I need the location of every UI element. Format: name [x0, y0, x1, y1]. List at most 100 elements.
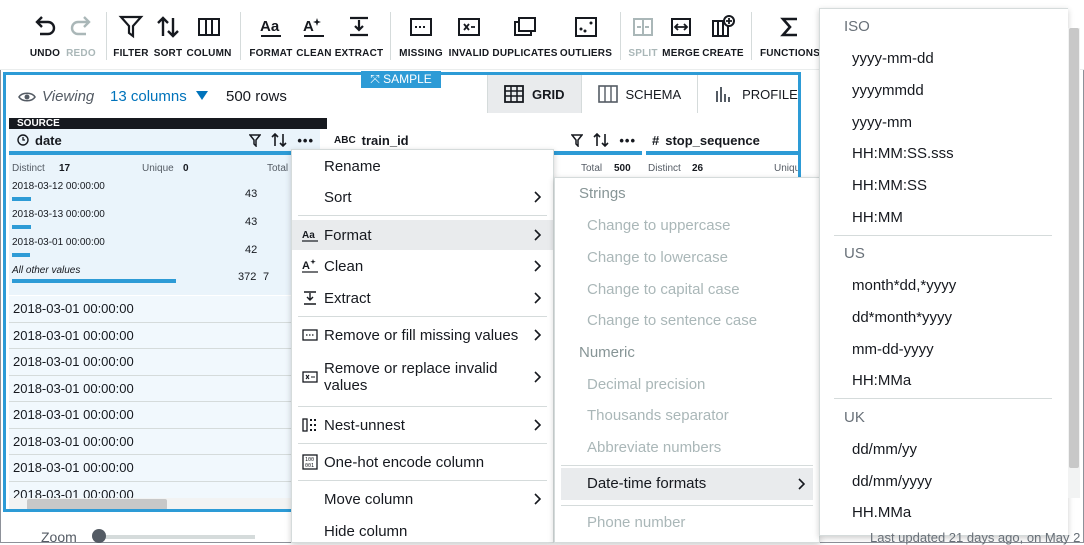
format-option[interactable]: yyyy-mm-dd: [852, 50, 934, 67]
format-option[interactable]: HH:MMa: [852, 372, 911, 389]
format-option[interactable]: month*dd,*yyyy: [852, 277, 956, 294]
svg-text:001: 001: [305, 463, 314, 469]
sample-tag: ⤧ SAMPLE: [361, 71, 441, 88]
chevron-right-icon: [534, 419, 541, 431]
table-row[interactable]: 2018-03-01 00:00:00: [9, 455, 299, 482]
menu-item-rename[interactable]: Rename: [292, 154, 553, 178]
invalid-button[interactable]: INVALID: [447, 0, 491, 70]
functions-button[interactable]: FUNCTIONS: [760, 0, 820, 70]
format-option[interactable]: HH:MM:SS: [852, 177, 927, 194]
menu-item-hide-column[interactable]: Hide column: [292, 519, 553, 543]
menu-item-move-column[interactable]: Move column: [292, 487, 553, 511]
clock-icon: [17, 134, 29, 146]
column-header-date[interactable]: date •••: [9, 129, 320, 155]
column-header-stop-sequence[interactable]: # stop_sequence: [646, 129, 798, 155]
format-option[interactable]: yyyy-mm: [852, 114, 912, 131]
menu-item-uppercase[interactable]: Change to uppercase: [587, 217, 730, 234]
menu-item-phone-number[interactable]: Phone number: [587, 514, 685, 531]
tab-grid[interactable]: GRID: [487, 75, 581, 113]
profile-chart-icon: [716, 87, 731, 102]
split-button[interactable]: SPLIT: [627, 0, 659, 70]
menu-item-label: Nest-unnest: [324, 416, 405, 434]
horizontal-scrollbar[interactable]: [9, 498, 299, 509]
strings-header: Strings: [579, 185, 626, 202]
table-row[interactable]: 2018-03-01 00:00:00: [9, 428, 299, 455]
table-row[interactable]: 2018-03-01 00:00:00: [9, 402, 299, 429]
format-option[interactable]: dd/mm/yyyy: [852, 473, 932, 490]
outliers-button[interactable]: OUTLIERS: [560, 0, 612, 70]
zoom-slider-handle[interactable]: [92, 529, 106, 543]
menu-item-capital-case[interactable]: Change to capital case: [587, 281, 740, 298]
menu-item-lowercase[interactable]: Change to lowercase: [587, 249, 728, 266]
tab-grid-label: GRID: [532, 86, 565, 102]
filter-icon[interactable]: [571, 133, 584, 147]
more-options-icon[interactable]: •••: [619, 133, 636, 148]
extract-button[interactable]: EXTRACT: [334, 0, 384, 70]
sort-button[interactable]: SORT: [152, 0, 184, 70]
undo-button[interactable]: UNDO: [28, 0, 62, 70]
menu-item-label: Remove or fill missing values: [324, 326, 519, 344]
zoom-slider[interactable]: [95, 535, 255, 539]
scroll-thumb[interactable]: [1069, 28, 1079, 468]
menu-item-one-hot[interactable]: 100 001 One-hot encode column: [292, 450, 553, 474]
format-option[interactable]: mm-dd-yyyy: [852, 341, 934, 358]
filter-icon[interactable]: [249, 133, 262, 147]
caret-down-icon[interactable]: [196, 91, 208, 100]
create-label: CREATE: [702, 48, 744, 59]
table-row[interactable]: 2018-03-01 00:00:00: [9, 481, 299, 499]
menu-item-label: One-hot encode column: [324, 453, 485, 471]
format-option[interactable]: HH:MM:SS.sss: [852, 145, 954, 162]
menu-item-thousands-separator[interactable]: Thousands separator: [587, 407, 729, 424]
missing-button[interactable]: MISSING: [398, 0, 444, 70]
svg-text:A: A: [302, 260, 310, 272]
sort-icon[interactable]: [593, 133, 609, 147]
menu-item-date-time-formats[interactable]: Date-time formats: [561, 468, 813, 500]
format-option[interactable]: HH:MM: [852, 209, 903, 226]
filter-button[interactable]: FILTER: [113, 0, 149, 70]
redo-label: REDO: [66, 48, 96, 59]
split-icon: [633, 18, 653, 36]
menu-item-sentence-case[interactable]: Change to sentence case: [587, 312, 757, 329]
format-option[interactable]: yyyymmdd: [852, 82, 924, 99]
clean-button[interactable]: A CLEAN: [296, 0, 332, 70]
extract-label: EXTRACT: [334, 48, 384, 59]
value-count: 43: [245, 216, 258, 228]
columns-selector[interactable]: 13 columns: [110, 88, 187, 105]
value-bar: [12, 197, 31, 201]
table-row[interactable]: 2018-03-01 00:00:00: [9, 375, 299, 402]
table-row[interactable]: 2018-03-01 00:00:00: [9, 349, 299, 376]
menu-item-extract[interactable]: Extract: [292, 286, 553, 310]
format-option[interactable]: dd/mm/yy: [852, 441, 917, 458]
table-row[interactable]: 2018-03-01 00:00:00: [9, 322, 299, 349]
more-options-icon[interactable]: •••: [297, 133, 314, 148]
scroll-thumb[interactable]: [27, 499, 167, 509]
unique-label: Uniqu: [774, 163, 801, 174]
menu-item-decimal-precision[interactable]: Decimal precision: [587, 376, 705, 393]
menu-item-invalid[interactable]: Remove or replace invalid values: [292, 355, 553, 399]
menu-item-clean[interactable]: A Clean: [292, 254, 553, 278]
table-row[interactable]: 2018-03-01 00:00:00: [9, 296, 299, 323]
undo-icon: [35, 16, 56, 36]
value-label: 2018-03-01 00:00:00: [12, 237, 105, 248]
menu-divider: [834, 398, 1052, 399]
column-button[interactable]: COLUMN: [186, 0, 231, 70]
menu-item-nest-unnest[interactable]: Nest-unnest: [292, 413, 553, 437]
menu-item-abbreviate-numbers[interactable]: Abbreviate numbers: [587, 439, 721, 456]
menu-item-sort[interactable]: Sort: [292, 185, 553, 209]
format-option[interactable]: HH.MMa: [852, 504, 911, 521]
sort-icon[interactable]: [271, 133, 287, 147]
format-option[interactable]: dd*month*yyyy: [852, 309, 952, 326]
duplicates-button[interactable]: DUPLICATES: [492, 0, 557, 70]
vertical-scrollbar[interactable]: [1068, 28, 1080, 498]
menu-item-label-line2: values: [324, 377, 368, 394]
us-header: US: [844, 245, 865, 262]
tab-schema-label: SCHEMA: [625, 86, 682, 102]
format-button[interactable]: Aa FORMAT: [249, 0, 293, 70]
menu-item-format[interactable]: Aa Format: [292, 220, 553, 250]
merge-button[interactable]: MERGE: [662, 0, 700, 70]
redo-button[interactable]: REDO: [64, 0, 98, 70]
menu-item-missing[interactable]: Remove or fill missing values: [292, 323, 553, 347]
tab-profile[interactable]: PROFILE: [697, 75, 798, 113]
tab-schema[interactable]: SCHEMA: [580, 75, 698, 113]
create-button[interactable]: CREATE: [702, 0, 744, 70]
